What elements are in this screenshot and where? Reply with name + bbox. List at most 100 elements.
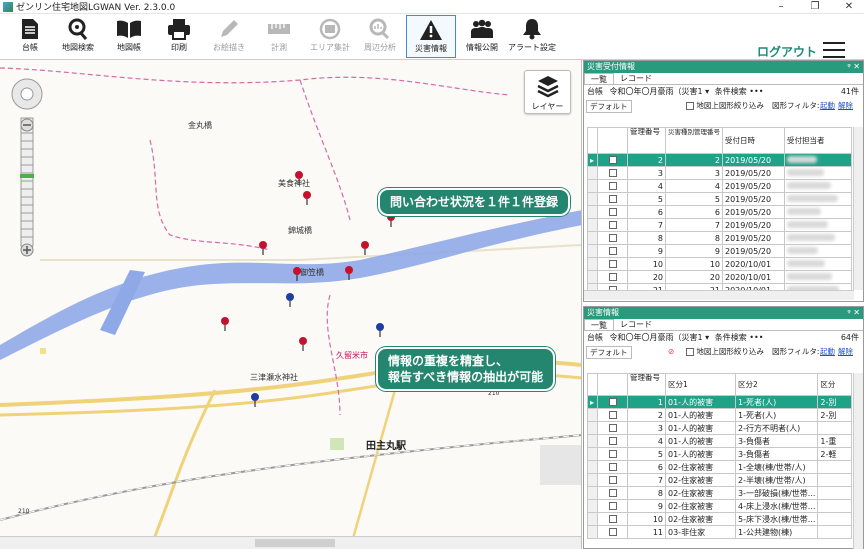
row-checkbox-cell[interactable] (597, 486, 628, 500)
default-button[interactable]: デフォルト (586, 100, 632, 113)
panel-pin-close[interactable]: ᵠ ✕ (847, 61, 860, 73)
row-checkbox-cell[interactable] (597, 408, 628, 422)
map-filter-checkbox[interactable] (686, 102, 694, 110)
row-header[interactable] (587, 205, 598, 219)
row-checkbox-cell[interactable] (597, 244, 628, 258)
row-header[interactable] (587, 434, 598, 448)
row-checkbox[interactable] (608, 398, 617, 406)
row-checkbox-cell[interactable] (597, 153, 628, 167)
more-button[interactable]: ••• (749, 333, 763, 342)
table-row[interactable]: 20 20 2020/10/01 (587, 270, 852, 284)
shape-filter-start[interactable]: 起動 (820, 99, 835, 113)
row-header[interactable] (587, 499, 598, 513)
row-checkbox-cell[interactable] (597, 512, 628, 526)
table-row[interactable]: ▸ 1 01-人的被害 1-死者(人) 2-別 (587, 395, 852, 409)
row-header[interactable] (587, 447, 598, 461)
panel-pin-close[interactable]: ᵠ ✕ (847, 307, 860, 319)
measure-button[interactable]: 計測 (254, 15, 304, 58)
table-row[interactable]: 10 10 2020/10/01 (587, 257, 852, 271)
row-checkbox-cell[interactable] (597, 231, 628, 245)
row-checkbox-cell[interactable] (597, 205, 628, 219)
row-checkbox-cell[interactable] (597, 270, 628, 284)
map-pin-red[interactable] (298, 336, 308, 352)
more-button[interactable]: ••• (749, 87, 763, 96)
row-header[interactable] (587, 460, 598, 474)
minimize-button[interactable]: – (770, 0, 792, 14)
map-pin-blue[interactable] (375, 322, 385, 338)
row-header[interactable] (587, 231, 598, 245)
row-header[interactable]: ▸ (587, 153, 598, 167)
map-pin-red[interactable] (344, 265, 354, 281)
row-header[interactable] (587, 192, 598, 206)
row-header[interactable] (587, 166, 598, 180)
vertical-scrollbar[interactable] (853, 127, 863, 290)
map-pin-red[interactable] (258, 240, 268, 256)
ledger-select[interactable]: 令和〇年〇月豪雨（災害1 (610, 333, 703, 342)
table-row[interactable]: 7 7 2019/05/20 (587, 218, 852, 232)
maximize-button[interactable]: ❐ (804, 0, 826, 14)
print-button[interactable]: 印刷 (154, 15, 204, 58)
shape-filter-start[interactable]: 起動 (820, 345, 835, 359)
row-header[interactable] (587, 473, 598, 487)
table-row[interactable]: 5 5 2019/05/20 (587, 192, 852, 206)
row-checkbox[interactable] (608, 450, 617, 458)
row-checkbox-cell[interactable] (597, 395, 628, 409)
row-checkbox-cell[interactable] (597, 525, 628, 539)
row-checkbox[interactable] (608, 489, 617, 497)
row-header[interactable] (587, 270, 598, 284)
table-row[interactable]: 5 01-人的被害 3-負傷者 2-軽 (587, 447, 852, 461)
row-checkbox[interactable] (608, 208, 617, 216)
table-row[interactable]: 10 02-住家被害 5-床下浸水(棟/世帯... (587, 512, 852, 526)
row-checkbox[interactable] (608, 247, 617, 255)
map-pin-red[interactable] (360, 240, 370, 256)
tab-list[interactable]: 一覧 (584, 73, 614, 84)
table-row[interactable]: 2 01-人的被害 1-死者(人) 2-別 (587, 408, 852, 422)
row-header[interactable] (587, 218, 598, 232)
nearby-analysis-button[interactable]: 周辺分析 (355, 15, 405, 58)
row-checkbox[interactable] (608, 515, 617, 523)
map-filter-checkbox[interactable] (686, 348, 694, 356)
vertical-scrollbar[interactable] (853, 373, 863, 549)
table-row[interactable]: 8 02-住家被害 3-一部破損(棟/世帯... (587, 486, 852, 500)
row-header[interactable] (587, 408, 598, 422)
table-row[interactable]: 3 3 2019/05/20 (587, 166, 852, 180)
row-checkbox[interactable] (608, 169, 617, 177)
atlas-button[interactable]: 地図帳 (104, 15, 154, 58)
map-horizontal-scrollbar[interactable] (0, 536, 581, 549)
table-row[interactable]: ▸ 2 2 2019/05/20 (587, 153, 852, 167)
condition-search[interactable]: 条件検索 (715, 87, 747, 96)
row-checkbox[interactable] (608, 437, 617, 445)
map-search-button[interactable]: 地図検索 (53, 15, 103, 58)
table-row[interactable]: 7 02-住家被害 2-半壊(棟/世帯/人) (587, 473, 852, 487)
row-checkbox-cell[interactable] (597, 218, 628, 232)
row-header[interactable] (587, 525, 598, 539)
ledger-button[interactable]: 台帳 (5, 15, 55, 58)
map-pin-blue[interactable] (250, 392, 260, 408)
map-pin-red[interactable] (220, 316, 230, 332)
row-checkbox-cell[interactable] (597, 166, 628, 180)
row-header[interactable] (587, 421, 598, 435)
row-header[interactable] (587, 257, 598, 271)
close-button[interactable]: ✕ (838, 0, 860, 14)
table-row[interactable]: 3 01-人的被害 2-行方不明者(人) (587, 421, 852, 435)
tab-record[interactable]: レコード (614, 73, 658, 84)
tab-list[interactable]: 一覧 (584, 319, 614, 330)
row-checkbox[interactable] (608, 424, 617, 432)
row-header[interactable] (587, 486, 598, 500)
disaster-info-button[interactable]: 災害情報 (406, 15, 456, 58)
row-checkbox-cell[interactable] (597, 460, 628, 474)
row-header[interactable]: ▸ (587, 395, 598, 409)
map-pin-red[interactable] (294, 170, 304, 186)
row-checkbox[interactable] (608, 195, 617, 203)
row-checkbox[interactable] (608, 476, 617, 484)
table-row[interactable]: 4 01-人的被害 3-負傷者 1-重 (587, 434, 852, 448)
row-header[interactable] (587, 179, 598, 193)
row-checkbox[interactable] (608, 221, 617, 229)
logout-button[interactable]: ログアウト (757, 43, 817, 60)
row-checkbox-cell[interactable] (597, 192, 628, 206)
map-pin-red[interactable] (292, 266, 302, 282)
row-checkbox-cell[interactable] (597, 179, 628, 193)
row-checkbox[interactable] (608, 463, 617, 471)
table-row[interactable]: 9 02-住家被害 4-床上浸水(棟/世帯... (587, 499, 852, 513)
row-checkbox[interactable] (608, 502, 617, 510)
